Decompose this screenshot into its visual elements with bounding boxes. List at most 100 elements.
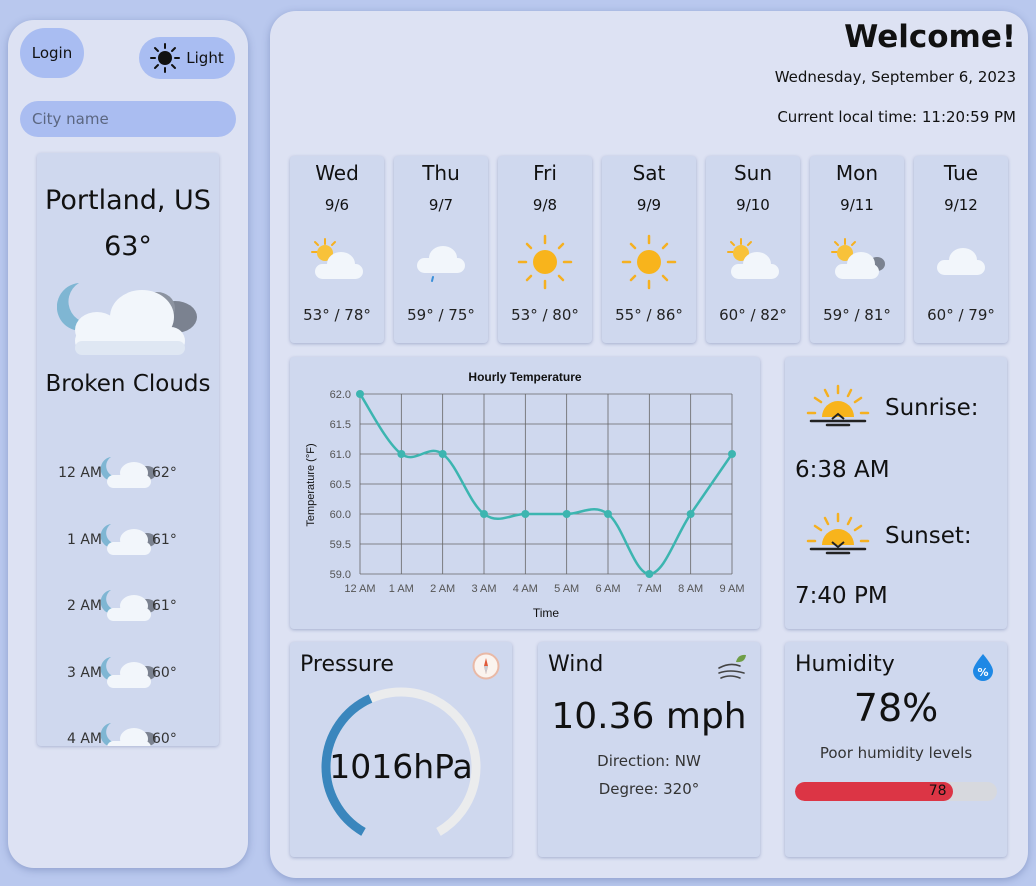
forecast-range: 60° / 82° <box>719 306 787 324</box>
hourly-item: 3 AM 60° <box>37 653 219 693</box>
sun-behind-cloud-icon <box>727 238 779 279</box>
sunset-icon <box>806 512 870 555</box>
hour-temperature: 60° <box>152 731 177 746</box>
wind-speed: 10.36 mph <box>551 696 747 737</box>
y-tick-label: 61.0 <box>330 449 351 461</box>
x-tick-label: 7 AM <box>637 583 662 595</box>
forecast-range: 53° / 80° <box>511 306 579 324</box>
humidity-progress-label: 78 <box>928 783 947 799</box>
y-tick-label: 60.0 <box>330 509 351 521</box>
login-button[interactable]: Login <box>20 28 84 78</box>
data-point <box>728 450 736 458</box>
x-axis-label: Time <box>533 606 560 620</box>
forecast-range: 60° / 79° <box>927 306 995 324</box>
x-tick-label: 12 AM <box>344 583 375 595</box>
data-point <box>397 450 406 458</box>
sunrise-label: Sunrise: <box>885 395 979 421</box>
data-point <box>686 510 695 518</box>
hourly-item: 4 AM 60° <box>37 719 219 746</box>
data-point <box>604 510 612 518</box>
forecast-date: 9/12 <box>944 196 978 214</box>
forecast-day: Sat <box>632 161 666 185</box>
forecast-day: Fri <box>533 161 557 185</box>
svg-text:%: % <box>977 666 988 679</box>
y-tick-label: 59.0 <box>330 569 351 581</box>
night-broken-clouds-icon <box>57 283 197 355</box>
forecast-date: 9/10 <box>736 196 770 214</box>
sun-icon <box>621 234 677 290</box>
forecast-range: 59° / 75° <box>407 306 475 324</box>
night-cloud-icon <box>101 590 156 621</box>
forecast-card: Wed 9/6 53° / 78° <box>290 156 384 343</box>
wind-direction: Direction: NW <box>597 752 701 770</box>
wind-card: Wind 10.36 mph Direction: NW Degree: 320… <box>538 642 760 857</box>
forecast-date: 9/6 <box>324 196 350 214</box>
city-search-input[interactable] <box>20 101 236 137</box>
forecast-card: Mon 9/11 59° / 81° <box>810 156 904 343</box>
data-point <box>356 390 364 398</box>
hour-temperature: 62° <box>152 465 177 481</box>
chart-title: Hourly Temperature <box>468 370 581 384</box>
forecast-card: Thu 9/7 59° / 75° <box>394 156 488 343</box>
wind-leaf-icon <box>718 654 746 679</box>
forecast-card: Fri 9/8 53° / 80° <box>498 156 592 343</box>
chart-canvas: Hourly Temperature Time Temperature (°F)… <box>305 370 745 620</box>
theme-label: Light <box>186 49 224 67</box>
current-weather-card: Portland, US 63° Broken Clouds 12 AM 62°… <box>37 153 219 746</box>
forecast-day: Mon <box>835 161 879 185</box>
hour-temperature: 60° <box>152 665 177 681</box>
forecast-card: Sun 9/10 60° / 82° <box>706 156 800 343</box>
humidity-progress-fill: 78 <box>795 782 953 801</box>
x-tick-label: 2 AM <box>430 583 455 595</box>
forecast-day: Sun <box>733 161 773 185</box>
forecast-range: 59° / 81° <box>823 306 891 324</box>
chart-ticks: 62.0 61.5 61.0 60.5 60.0 59.5 59.0 12 AM 1 AM 2 A… <box>330 389 745 595</box>
chart-grid <box>359 393 733 575</box>
x-tick-label: 8 AM <box>678 583 703 595</box>
forecast-date: 9/7 <box>428 196 454 214</box>
sunset-time: 7:40 PM <box>795 583 888 609</box>
sunset-label: Sunset: <box>885 523 972 549</box>
humidity-note: Poor humidity levels <box>819 744 973 762</box>
main-panel: Welcome! Wednesday, September 6, 2023 Cu… <box>270 11 1028 878</box>
night-cloud-icon <box>101 657 156 688</box>
cloud-icon <box>937 248 985 275</box>
x-tick-label: 5 AM <box>554 583 579 595</box>
sun-outline-icon <box>150 43 181 73</box>
y-axis-label: Temperature (°F) <box>305 443 317 526</box>
y-tick-label: 59.5 <box>330 539 351 551</box>
y-tick-label: 61.5 <box>330 419 351 431</box>
hour-time: 4 AM <box>66 731 102 746</box>
night-cloud-icon <box>101 524 156 555</box>
hourly-temperature-chart: Hourly Temperature Time Temperature (°F)… <box>290 357 760 629</box>
forecast-day: Thu <box>422 161 460 185</box>
x-tick-label: 9 AM <box>719 583 744 595</box>
forecast-card: Tue 9/12 60° / 79° <box>914 156 1008 343</box>
sun-behind-dark-cloud-icon <box>831 238 885 279</box>
sunrise-icon <box>806 384 870 427</box>
current-date: Wednesday, September 6, 2023 <box>774 68 1016 86</box>
theme-toggle-button[interactable]: Light <box>139 37 235 79</box>
forecast-date: 9/9 <box>636 196 662 214</box>
current-temperature: 63° <box>104 231 152 262</box>
forecast-day: Wed <box>315 161 359 185</box>
hour-temperature: 61° <box>152 532 177 548</box>
wind-title: Wind <box>548 652 604 677</box>
data-point <box>521 510 530 518</box>
x-tick-label: 1 AM <box>389 583 414 595</box>
data-point <box>645 570 654 578</box>
hour-time: 2 AM <box>66 598 102 614</box>
y-tick-label: 60.5 <box>330 479 351 491</box>
y-tick-label: 62.0 <box>330 389 351 401</box>
x-tick-label: 4 AM <box>513 583 538 595</box>
forecast-date: 9/8 <box>532 196 558 214</box>
humidity-value: 78% <box>853 686 939 730</box>
forecast-range: 53° / 78° <box>303 306 371 324</box>
wind-degree: Degree: 320° <box>598 780 700 798</box>
hour-time: 3 AM <box>66 665 102 681</box>
sun-icon <box>517 234 573 290</box>
local-time: Current local time: 11:20:59 PM <box>777 108 1016 126</box>
pressure-value: 1016hPa <box>329 747 473 786</box>
forecast-date: 9/11 <box>840 196 874 214</box>
humidity-card: Humidity % 78% Poor humidity levels 78 <box>785 642 1007 857</box>
